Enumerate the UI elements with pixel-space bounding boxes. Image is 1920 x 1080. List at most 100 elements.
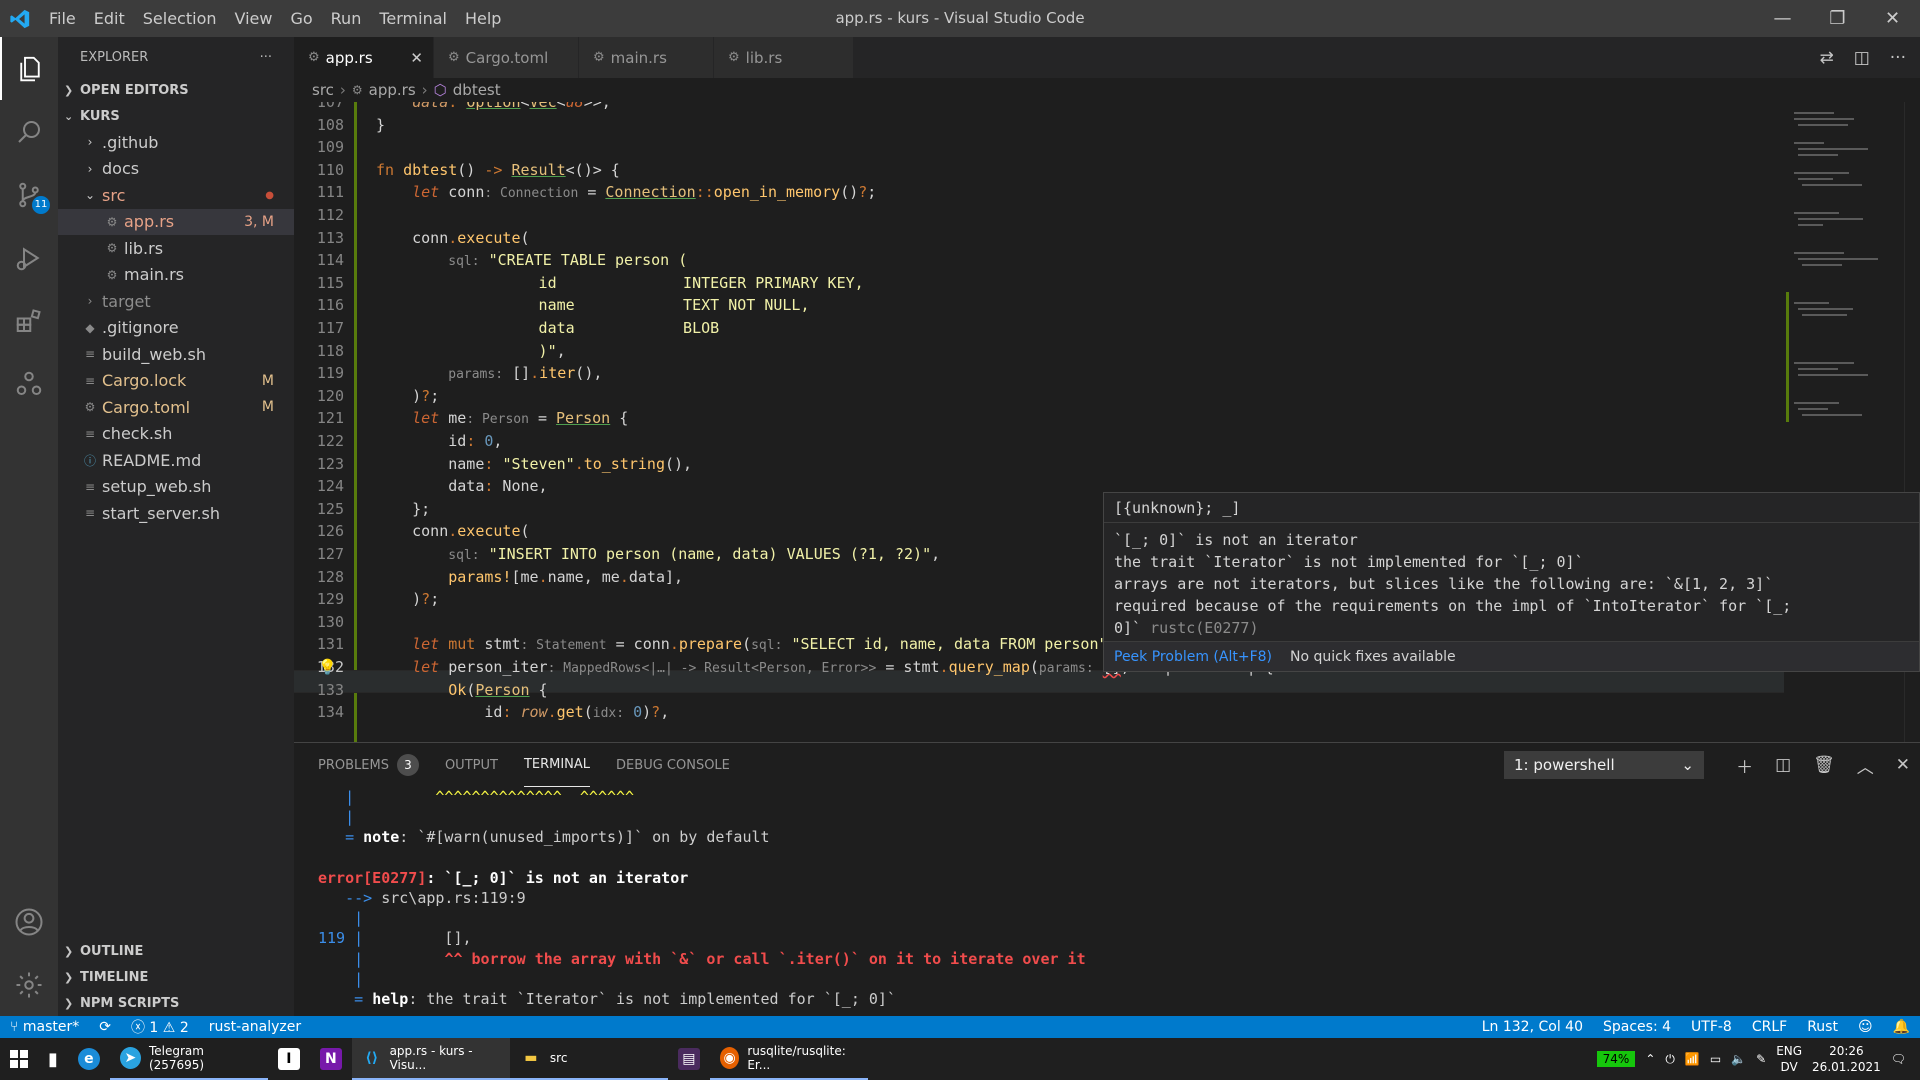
tab-lib-rs[interactable]: ⚙ lib.rs [714,37,854,78]
tree-item-docs[interactable]: › docs [58,156,294,183]
close-panel-icon[interactable]: ✕ [1896,755,1910,775]
open-changes-icon[interactable]: ⇄ [1819,48,1833,68]
tree-item-target[interactable]: › target [58,288,294,315]
tree-item-build-web-sh[interactable]: ≡ build_web.sh [58,341,294,368]
notification-center-icon[interactable]: 🗨 [1891,1052,1906,1066]
tab-problems[interactable]: PROBLEMS 3 [318,743,419,787]
taskbar-firefox[interactable]: ◉ rusqlite/rusqlite: Er... [709,1038,868,1080]
encoding[interactable]: UTF-8 [1681,1019,1742,1035]
menu-selection[interactable]: Selection [134,0,226,37]
tree-item-cargo-toml[interactable]: ⚙ Cargo.toml M [58,394,294,421]
git-branch[interactable]: ⑂ master* [0,1019,89,1035]
onenote-icon[interactable]: N [310,1038,352,1080]
notifications-bell-icon[interactable]: 🔔 [1883,1019,1920,1035]
tree-item-readme[interactable]: ⓘ README.md [58,447,294,474]
wifi-icon[interactable]: 📶 [1685,1052,1700,1066]
new-terminal-icon[interactable]: ＋ [1736,753,1753,778]
trash-icon[interactable]: 🗑 [1813,755,1835,775]
tab-cargo-toml[interactable]: ⚙ Cargo.toml [434,37,579,78]
section-kurs[interactable]: ⌄ KURS [58,103,294,129]
section-label: NPM SCRIPTS [80,995,180,1011]
indentation[interactable]: Spaces: 4 [1593,1019,1681,1035]
minimize-button[interactable]: — [1755,0,1810,37]
tab-main-rs[interactable]: ⚙ main.rs [579,37,714,78]
tree-item-cargo-lock[interactable]: ≡ Cargo.lock M [58,368,294,395]
file-icon: ≡ [84,479,96,494]
section-npm-scripts[interactable]: ❯ NPM SCRIPTS [58,990,294,1016]
terminal-output[interactable]: | ^^^^^^^^^^^^^^ ^^^^^^ | = note: `#[war… [318,787,1086,1009]
tree-item-src[interactable]: ⌄ src ● [58,182,294,209]
taskbar-vscode[interactable]: ⟨⟩ app.rs - kurs - Visu... [351,1038,510,1080]
tree-item-label: src [102,185,126,205]
tree-item-app-rs[interactable]: ⚙ app.rs 3, M [58,208,294,235]
restore-button[interactable]: ❐ [1810,0,1865,37]
section-outline[interactable]: ❯ OUTLINE [58,938,294,964]
tray-power-icon[interactable]: ⏻ [1665,1052,1675,1067]
split-editor-icon[interactable]: ◫ [1854,48,1870,68]
menu-edit[interactable]: Edit [85,0,134,37]
feedback-icon[interactable]: ☺ [1848,1019,1883,1035]
menu-file[interactable]: File [40,0,85,37]
source-control-icon[interactable]: 11 [0,163,58,226]
problems-status[interactable]: ⓧ 1 ⚠ 2 [121,1017,199,1037]
clock[interactable]: 20:26 26.01.2021 [1812,1043,1881,1075]
terminal-select[interactable]: 1: powershell ⌄ [1504,751,1704,779]
more-actions-icon[interactable]: ··· [1890,48,1906,68]
gear-icon: ⚙ [448,50,460,65]
close-window-button[interactable]: ✕ [1865,0,1920,37]
lightbulb-icon[interactable]: 💡 [318,656,337,679]
tree-item-gitignore[interactable]: ◆ .gitignore [58,315,294,342]
maximize-panel-icon[interactable]: ︿ [1857,753,1874,778]
tab-app-rs[interactable]: ⚙ app.rs ✕ [294,37,434,78]
settings-gear-icon[interactable] [0,953,58,1016]
cursor-position[interactable]: Ln 132, Col 40 [1472,1019,1593,1035]
peek-problem-link[interactable]: Peek Problem (Alt+F8) [1114,649,1272,665]
tree-item-check-sh[interactable]: ≡ check.sh [58,421,294,448]
close-tab-icon[interactable]: ✕ [410,49,423,67]
line-ending[interactable]: CRLF [1742,1019,1797,1035]
task-view-icon[interactable]: ▮ [38,1038,68,1080]
section-timeline[interactable]: ❯ TIMELINE [58,964,294,990]
search-icon[interactable] [0,100,58,163]
edge-icon[interactable]: e [68,1038,110,1080]
rust-analyzer-status[interactable]: rust-analyzer [199,1019,311,1035]
tray-up-icon[interactable]: ⌃ [1645,1052,1655,1066]
tree-item-lib-rs[interactable]: ⚙ lib.rs [58,235,294,262]
tab-terminal[interactable]: TERMINAL [523,743,591,787]
menu-view[interactable]: View [226,0,282,37]
pen-icon[interactable]: ✎ [1756,1052,1766,1066]
tab-output[interactable]: OUTPUT [445,743,498,787]
tree-item-setup-web-sh[interactable]: ≡ setup_web.sh [58,474,294,501]
breadcrumb-app-rs[interactable]: app.rs [369,81,416,99]
app-purple-icon[interactable]: ▤ [668,1038,710,1080]
menu-go[interactable]: Go [281,0,321,37]
tree-item-main-rs[interactable]: ⚙ main.rs [58,262,294,289]
breadcrumb-src[interactable]: src [312,81,334,99]
start-button[interactable] [0,1038,38,1080]
battery-icon[interactable]: ▭ [1710,1052,1721,1066]
tab-debug-console[interactable]: DEBUG CONSOLE [616,743,730,787]
bottom-panel: PROBLEMS 3 OUTPUT TERMINAL DEBUG CONSOLE … [294,742,1920,1016]
breadcrumb-dbtest[interactable]: dbtest [453,81,501,99]
sync-icon[interactable]: ⟳ [89,1019,121,1035]
taskbar-telegram[interactable]: ➤ Telegram (257695) [109,1038,268,1080]
account-icon[interactable] [0,890,58,953]
extensions-icon[interactable] [0,289,58,352]
more-actions-icon[interactable]: ··· [260,50,272,65]
language-mode[interactable]: Rust [1797,1019,1848,1035]
menu-terminal[interactable]: Terminal [370,0,456,37]
app-l-icon[interactable]: I [268,1038,310,1080]
remote-explorer-icon[interactable] [0,352,58,415]
menu-run[interactable]: Run [322,0,371,37]
volume-icon[interactable]: 🔈 [1731,1052,1746,1066]
battery-percent[interactable]: 74% [1596,1051,1636,1067]
tree-item-github[interactable]: › .github [58,129,294,156]
tree-item-start-server-sh[interactable]: ≡ start_server.sh [58,500,294,527]
explorer-icon[interactable] [0,37,58,100]
menu-help[interactable]: Help [456,0,510,37]
taskbar-explorer[interactable]: ▬ src [509,1038,668,1080]
run-debug-icon[interactable] [0,226,58,289]
input-language[interactable]: ENG DV [1776,1043,1802,1075]
section-open-editors[interactable]: ❯ OPEN EDITORS [58,77,294,103]
split-terminal-icon[interactable]: ◫ [1775,755,1791,775]
